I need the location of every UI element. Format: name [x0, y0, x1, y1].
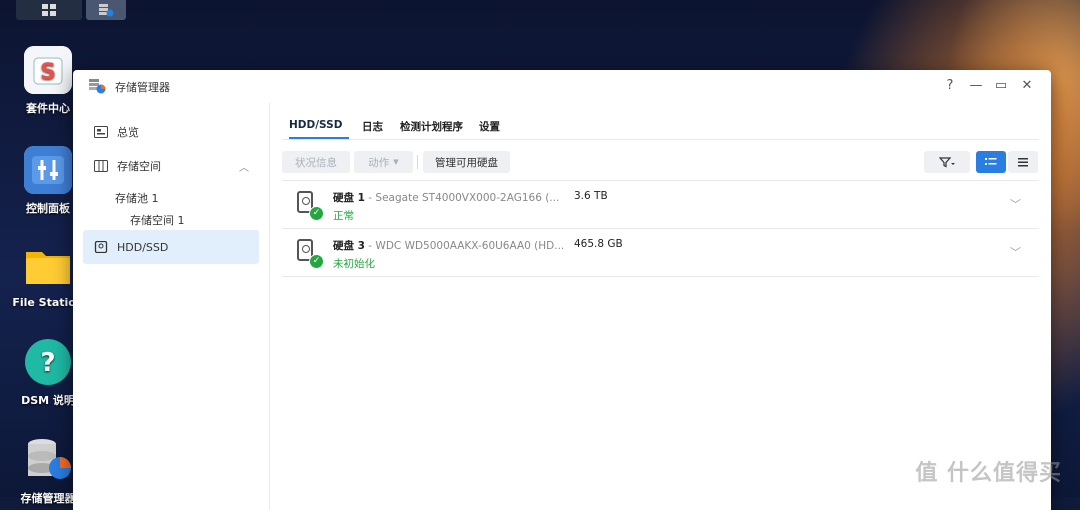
hdd-icon [94, 241, 108, 253]
status-info-button[interactable]: 状况信息 [282, 151, 350, 173]
window-titlebar[interactable]: 存储管理器 ? — ▭ ✕ [73, 70, 1051, 103]
disk-row[interactable]: ✓ 硬盘 3 - WDC WD5000AAKX-60U6AA0 (HD... 4… [282, 229, 1039, 277]
minimize-button[interactable]: — [968, 78, 984, 93]
taskbar-storage-manager-button[interactable] [86, 0, 126, 20]
sidebar-item-label: 存储空间 [117, 160, 161, 173]
package-center-icon: S [24, 46, 72, 94]
disk-size: 465.8 GB [574, 238, 623, 250]
action-button[interactable]: 动作 ▼ [354, 151, 413, 173]
chevron-down-icon[interactable]: ﹀ [1010, 196, 1021, 212]
manage-available-drives-button[interactable]: 管理可用硬盘 [423, 151, 510, 173]
storage-manager-window: 存储管理器 ? — ▭ ✕ 总览 存储空间 ︿ 存储池 1 存储空间 1 HDD… [73, 70, 1051, 510]
filter-button[interactable] [924, 151, 970, 173]
window-title: 存储管理器 [115, 81, 170, 94]
maximize-button[interactable]: ▭ [993, 78, 1009, 93]
sidebar-item-label: HDD/SSD [117, 240, 169, 254]
disk-status: 未初始化 [333, 258, 375, 270]
folder-icon [24, 242, 72, 290]
toolbar-divider [417, 155, 418, 169]
tab-log[interactable]: 日志 [362, 119, 383, 134]
storage-manager-icon [99, 4, 114, 17]
filter-icon [939, 156, 955, 167]
sidebar-item-volume[interactable]: 存储空间 1 [130, 212, 185, 228]
overview-icon [94, 126, 108, 138]
storage-manager-icon [89, 79, 106, 94]
tab-bar: HDD/SSD 日志 检测计划程序 设置 [282, 111, 1039, 140]
action-label: 动作 [368, 156, 390, 169]
disk-name: 硬盘 3 - WDC WD5000AAKX-60U6AA0 (HD... [333, 240, 565, 252]
sidebar: 总览 存储空间 ︿ 存储池 1 存储空间 1 HDD/SSD [73, 103, 270, 510]
sidebar-item-hdd-ssd[interactable]: HDD/SSD [83, 230, 259, 264]
caret-down-icon: ▼ [393, 158, 399, 166]
chevron-down-icon[interactable]: ﹀ [1010, 244, 1021, 260]
svg-text:?: ? [40, 348, 55, 378]
main-panel: HDD/SSD 日志 检测计划程序 设置 状况信息 动作 ▼ 管理可用硬盘 ✓ … [270, 103, 1051, 510]
check-icon: ✓ [309, 206, 324, 221]
sidebar-item-overview[interactable]: 总览 [83, 115, 259, 149]
disk-name: 硬盘 1 - Seagate ST4000VX000-2AG166 (... [333, 192, 560, 204]
tab-settings[interactable]: 设置 [479, 119, 500, 134]
list-icon [1018, 158, 1028, 167]
tab-test-scheduler[interactable]: 检测计划程序 [400, 119, 463, 134]
storage-space-icon [94, 160, 108, 172]
disk-row[interactable]: ✓ 硬盘 1 - Seagate ST4000VX000-2AG166 (...… [282, 181, 1039, 229]
help-button[interactable]: ? [942, 78, 958, 93]
storage-manager-icon [24, 436, 72, 484]
sidebar-item-storage-pool[interactable]: 存储池 1 [115, 190, 159, 206]
sidebar-item-label: 总览 [117, 126, 139, 139]
control-panel-icon [24, 146, 72, 194]
sidebar-item-storage-space[interactable]: 存储空间 ︿ [83, 149, 259, 183]
svg-text:S: S [40, 60, 56, 85]
chevron-up-icon[interactable]: ︿ [239, 159, 249, 174]
grid-icon [42, 4, 56, 16]
watermark: 值 什么值得买 [915, 461, 1062, 486]
check-icon: ✓ [309, 254, 324, 269]
detail-list-icon [985, 158, 997, 165]
detail-view-button[interactable] [976, 151, 1006, 173]
active-tab-indicator [289, 137, 349, 139]
disk-size: 3.6 TB [574, 190, 608, 202]
disk-status: 正常 [333, 210, 354, 222]
close-button[interactable]: ✕ [1019, 78, 1035, 93]
list-view-button[interactable] [1008, 151, 1038, 173]
tab-hdd-ssd[interactable]: HDD/SSD [289, 119, 342, 131]
taskbar-apps-button[interactable] [16, 0, 82, 20]
help-icon: ? [24, 338, 72, 386]
